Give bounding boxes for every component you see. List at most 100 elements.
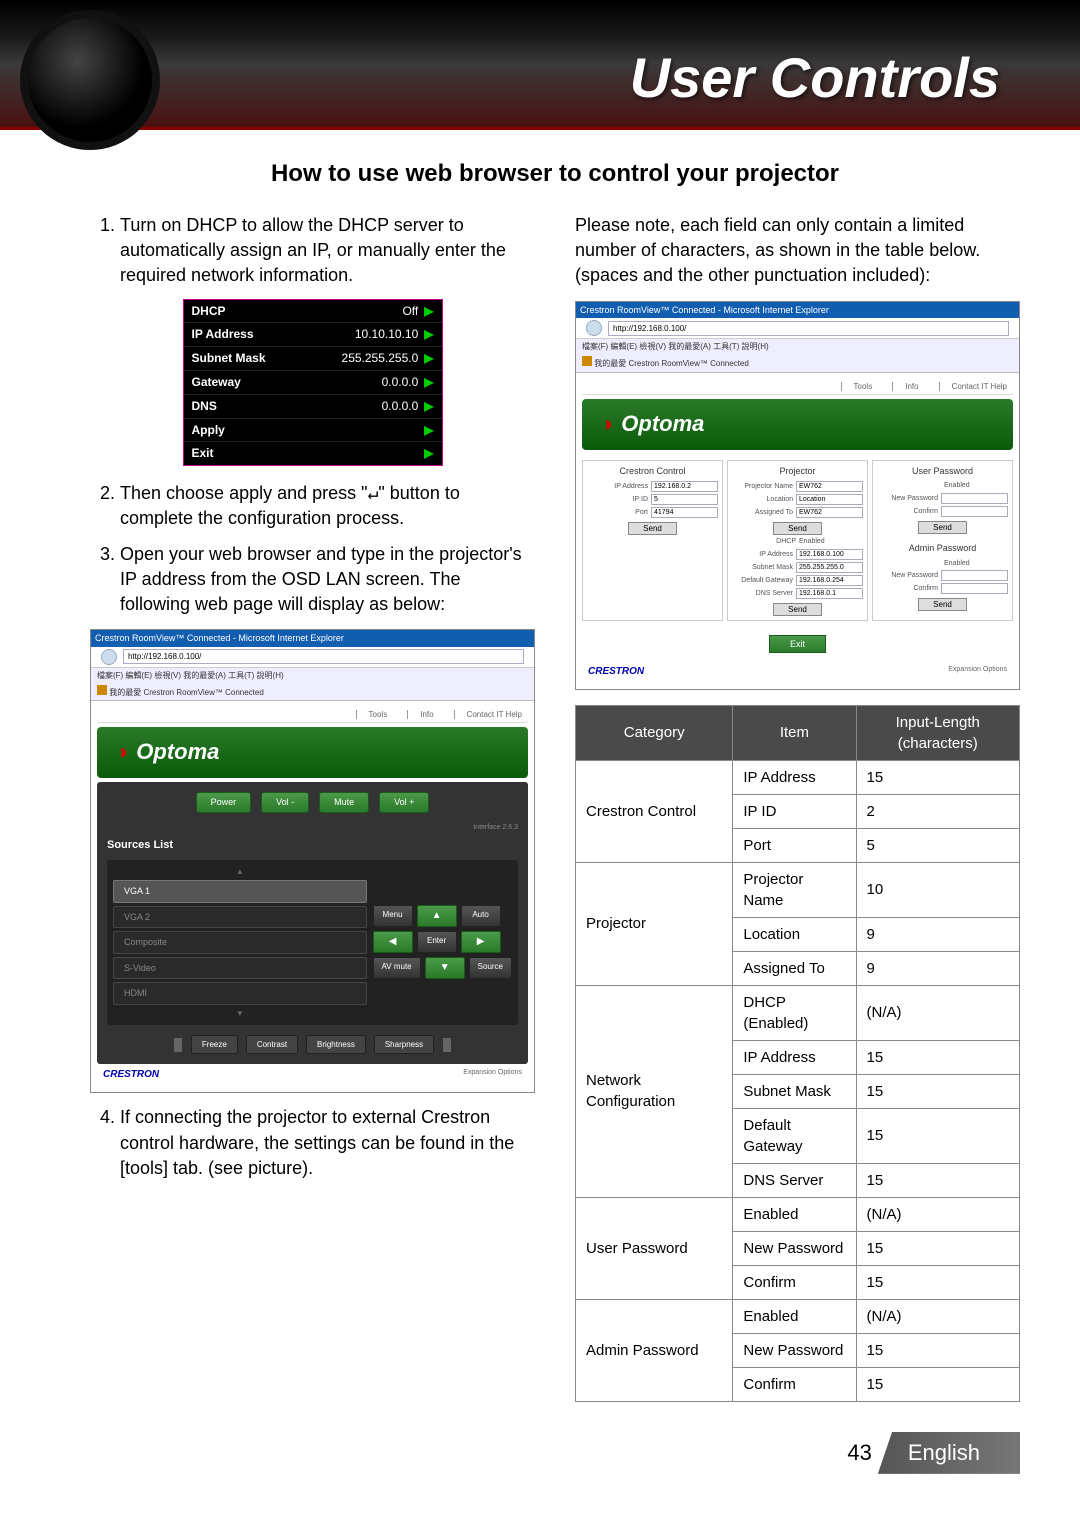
ip-address-input[interactable]: 192.168.0.2 [651, 481, 718, 492]
vol-up-button[interactable]: Vol + [379, 792, 429, 813]
osd-ip-value: 10.10.10.10 [355, 326, 418, 343]
location-input[interactable]: Location [796, 494, 863, 505]
language-tab: English [878, 1432, 1020, 1474]
source-button[interactable]: Source [469, 957, 512, 979]
crestron-logo: CRESTRON [103, 1069, 159, 1080]
table-item-cell: New Password [733, 1333, 856, 1367]
vol-down-button[interactable]: Vol - [261, 792, 309, 813]
new-password-input[interactable] [941, 493, 1008, 504]
gateway-input[interactable]: 192.168.0.254 [796, 575, 863, 586]
slider-left-icon[interactable] [173, 1037, 183, 1053]
port-input[interactable]: 41794 [651, 507, 718, 518]
slider-right-icon[interactable] [442, 1037, 452, 1053]
table-category-cell: Projector [576, 862, 733, 985]
page-tabs: ToolsInfoContact IT Help [582, 379, 1013, 395]
page-number: 43 [847, 1440, 871, 1466]
table-item-cell: Default Gateway [733, 1108, 856, 1163]
send-button[interactable]: Send [628, 522, 677, 535]
table-length-cell: 15 [856, 1074, 1019, 1108]
table-category-cell: Crestron Control [576, 760, 733, 862]
avmute-button[interactable]: AV mute [373, 957, 421, 979]
confirm-password-input[interactable] [941, 506, 1008, 517]
freeze-button[interactable]: Freeze [191, 1035, 238, 1054]
table-item-cell: DNS Server [733, 1163, 856, 1197]
page-tabs: ToolsInfoContact IT Help [97, 707, 528, 723]
input-length-table: Category Item Input-Length (characters) … [575, 705, 1020, 1402]
send-button[interactable]: Send [773, 522, 822, 535]
table-length-cell: 15 [856, 1367, 1019, 1401]
table-length-cell: 15 [856, 1040, 1019, 1074]
mute-button[interactable]: Mute [319, 792, 369, 813]
page-footer: 43 English [90, 1432, 1020, 1474]
nav-back-icon [101, 649, 117, 665]
step-3: Open your web browser and type in the pr… [120, 542, 535, 618]
admin-password-input[interactable] [941, 570, 1008, 581]
down-button[interactable]: ▼ [425, 957, 465, 979]
table-item-cell: Assigned To [733, 951, 856, 985]
arrow-right-icon: ▶ [424, 398, 433, 415]
browser-favorites: 我的最愛 Crestron RoomView™ Connected [91, 683, 534, 701]
source-composite[interactable]: Composite [113, 931, 367, 954]
arrow-right-icon: ▶ [424, 326, 433, 343]
optoma-logo: Optoma [582, 399, 1013, 450]
dns-input[interactable]: 192.168.0.1 [796, 588, 863, 599]
sources-list-title: Sources List [107, 838, 518, 853]
browser-favorites: 我的最愛 Crestron RoomView™ Connected [576, 354, 1019, 372]
osd-mask-value: 255.255.255.0 [342, 350, 419, 367]
table-item-cell: Enabled [733, 1197, 856, 1231]
right-column: Please note, each field can only contain… [575, 213, 1020, 1402]
contrast-button[interactable]: Contrast [246, 1035, 298, 1054]
step-1: Turn on DHCP to allow the DHCP server to… [120, 213, 535, 289]
browser-menu: 檔案(F) 編輯(E) 檢視(V) 我的最愛(A) 工具(T) 說明(H) [91, 668, 534, 683]
source-hdmi[interactable]: HDMI [113, 982, 367, 1005]
right-intro-text: Please note, each field can only contain… [575, 213, 1020, 289]
table-length-cell: (N/A) [856, 1197, 1019, 1231]
osd-gw-value: 0.0.0.0 [382, 374, 419, 391]
source-vga1[interactable]: VGA 1 [113, 880, 367, 903]
send-button[interactable]: Send [918, 598, 967, 611]
table-length-cell: 15 [856, 1108, 1019, 1163]
up-arrow-icon[interactable]: ▲ [113, 866, 367, 877]
osd-gw-label: Gateway [192, 374, 382, 391]
auto-button[interactable]: Auto [461, 905, 501, 927]
table-category-cell: User Password [576, 1197, 733, 1299]
nav-back-icon [586, 320, 602, 336]
optoma-logo: Optoma [97, 727, 528, 778]
osd-dhcp-label: DHCP [192, 303, 403, 320]
exit-button[interactable]: Exit [769, 635, 826, 653]
left-button[interactable]: ◀ [373, 931, 413, 953]
table-length-cell: 15 [856, 1265, 1019, 1299]
enter-icon: ↵ [368, 483, 379, 504]
table-item-cell: Projector Name [733, 862, 856, 917]
admin-confirm-input[interactable] [941, 583, 1008, 594]
power-button[interactable]: Power [196, 792, 252, 813]
brightness-button[interactable]: Brightness [306, 1035, 366, 1054]
osd-dns-value: 0.0.0.0 [382, 398, 419, 415]
sharpness-button[interactable]: Sharpness [374, 1035, 434, 1054]
step-2: Then choose apply and press "↵" button t… [120, 481, 535, 531]
right-button[interactable]: ▶ [461, 931, 501, 953]
menu-button[interactable]: Menu [373, 905, 413, 927]
crestron-control-panel: Crestron Control IP Address192.168.0.2 I… [582, 460, 723, 621]
subnet-mask-input[interactable]: 255.255.255.0 [796, 562, 863, 573]
down-arrow-icon[interactable]: ▼ [113, 1008, 367, 1019]
table-category-cell: Admin Password [576, 1299, 733, 1401]
projector-name-input[interactable]: EW762 [796, 481, 863, 492]
table-item-cell: Confirm [733, 1367, 856, 1401]
enter-button[interactable]: Enter [417, 931, 457, 953]
header-title: User Controls [630, 45, 1000, 110]
source-vga2[interactable]: VGA 2 [113, 906, 367, 929]
net-ip-input[interactable]: 192.168.0.100 [796, 549, 863, 560]
expansion-options: Expansion Options [948, 665, 1007, 675]
up-button[interactable]: ▲ [417, 905, 457, 927]
assigned-to-input[interactable]: EW762 [796, 507, 863, 518]
send-button[interactable]: Send [773, 603, 822, 616]
source-svideo[interactable]: S-Video [113, 957, 367, 980]
osd-mask-label: Subnet Mask [192, 350, 342, 367]
star-icon [97, 685, 107, 695]
osd-menu: DHCPOff▶ IP Address10.10.10.10▶ Subnet M… [183, 299, 443, 467]
table-item-cell: Location [733, 917, 856, 951]
arrow-right-icon: ▶ [424, 303, 433, 320]
send-button[interactable]: Send [918, 521, 967, 534]
ip-id-input[interactable]: 5 [651, 494, 718, 505]
